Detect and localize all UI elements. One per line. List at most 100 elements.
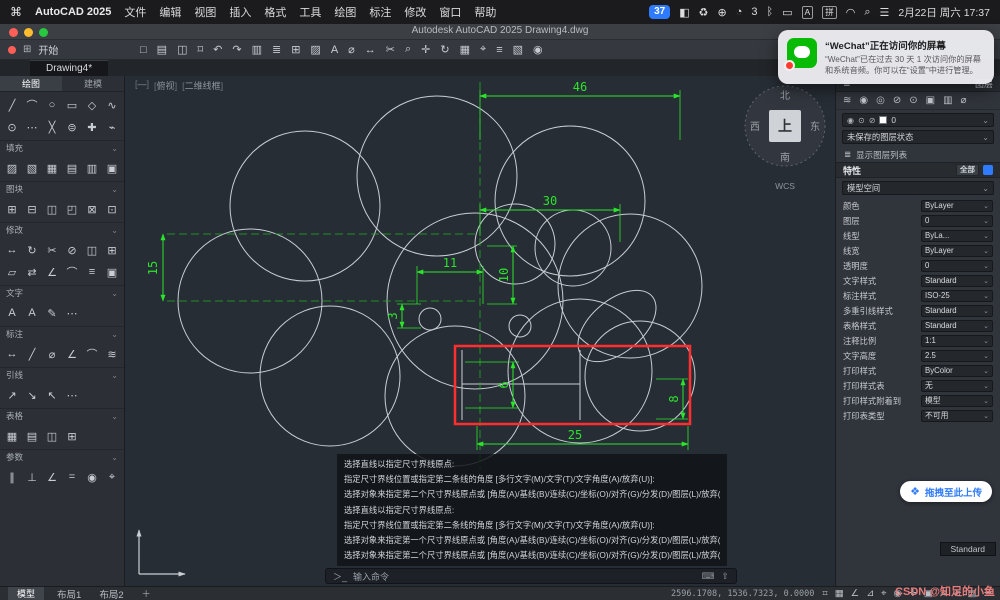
snap-mode-icon[interactable]: ▦ (835, 588, 844, 599)
copy-icon[interactable]: ◫ (82, 239, 102, 261)
tab-model[interactable]: 模型 (8, 586, 45, 600)
palette-section-header[interactable]: 填充 ⌄ (0, 140, 124, 155)
layer-state-select[interactable]: 未保存的图层状态 ⌄ (842, 130, 994, 144)
chevron-down-icon[interactable]: ⌄ (983, 217, 989, 225)
viewport-control[interactable]: 二维线框 (182, 79, 223, 92)
palette-tab-model[interactable]: 建模 (62, 76, 124, 91)
menu-item[interactable]: 窗口 (439, 4, 461, 20)
property-value-dropdown[interactable]: 2.5 ⌄ (921, 349, 993, 362)
chevron-down-icon[interactable]: ⌄ (983, 322, 989, 330)
properties-icon[interactable]: ≡ (496, 44, 502, 56)
hatch-edit-icon[interactable]: ▣ (102, 157, 122, 179)
ray-icon[interactable]: ⌁ (102, 116, 122, 138)
osnap-icon[interactable]: ⌖ (480, 43, 486, 56)
keyboard-icon[interactable]: ⌨ (701, 571, 714, 582)
property-value-dropdown[interactable]: 不可用 ⌄ (921, 409, 993, 422)
control-center-icon[interactable]: ☰ (879, 6, 889, 19)
text-tool-icon[interactable]: A (331, 44, 338, 56)
block-icon[interactable]: ⊞ (291, 43, 300, 56)
menubar-clock[interactable]: 2月22日 周六 17:37 (898, 5, 990, 20)
chevron-down-icon[interactable]: ⌄ (983, 307, 989, 315)
input-source-abc[interactable]: A (801, 5, 814, 19)
tab-drawing4[interactable]: Drawing4* (30, 60, 109, 76)
chamfer-icon[interactable]: ∠ (42, 261, 62, 283)
input-source-pinyin[interactable]: 拼 (822, 5, 837, 19)
wifi-icon[interactable]: ◠ (846, 6, 856, 19)
viewcube[interactable]: 上 北 南 西 东 WCS (744, 85, 826, 191)
chevron-down-icon[interactable]: ⌄ (983, 397, 989, 405)
table-insert-icon[interactable]: ⊞ (62, 425, 82, 447)
layer-select[interactable]: ◉ ⊙ ⊘ 0 ⌄ (842, 113, 994, 127)
chevron-down-icon[interactable]: ⌄ (983, 337, 989, 345)
property-value-dropdown[interactable]: ByLayer ⌄ (921, 199, 993, 212)
hatch-pattern-icon[interactable]: ▨ (2, 157, 22, 179)
donut-icon[interactable]: ⊙ (2, 116, 22, 138)
table-icon[interactable]: ▦ (2, 425, 22, 447)
chevron-down-icon[interactable]: ⌄ (111, 144, 118, 153)
palette-section-header[interactable]: 修改 ⌄ (0, 222, 124, 237)
hatch-icon[interactable]: ▨ (310, 43, 320, 56)
properties-all-button[interactable]: 全部 (956, 164, 979, 176)
print-icon[interactable]: ⌑ (197, 43, 203, 56)
command-input-placeholder[interactable]: 输入命令 (353, 570, 389, 583)
chevron-down-icon[interactable]: ⌄ (983, 352, 989, 360)
chevron-down-icon[interactable]: ⌄ (111, 289, 118, 298)
menu-item[interactable]: 工具 (299, 4, 321, 20)
layer-match-icon[interactable]: ▥ (943, 95, 952, 106)
layers-icon[interactable]: ≣ (272, 43, 281, 56)
layer-unlock-icon[interactable]: ⊘ (869, 116, 876, 125)
property-value-dropdown[interactable]: ISO-25 ⌄ (921, 289, 993, 302)
fix-constraint-icon[interactable]: ⌖ (102, 466, 122, 488)
chevron-down-icon[interactable]: ⌄ (111, 226, 118, 235)
viewport-control[interactable]: 俯视 (154, 79, 177, 92)
menu-item[interactable]: 视图 (194, 4, 216, 20)
ortho-mode-icon[interactable]: ∠ (851, 588, 860, 599)
menu-item[interactable]: 编辑 (159, 4, 181, 20)
measure-icon[interactable]: ⌀ (348, 43, 355, 56)
save-icon[interactable]: ◫ (177, 43, 187, 56)
layer-lock-icon[interactable]: ⊘ (893, 95, 901, 106)
redo-icon[interactable]: ↷ (232, 43, 241, 56)
recycle-icon[interactable]: ♻ (699, 6, 709, 19)
polygon-icon[interactable]: ◇ (82, 94, 102, 116)
osnap-icon[interactable]: ⌖ (881, 588, 886, 599)
ellipse-icon[interactable]: ⊜ (62, 116, 82, 138)
orbit-icon[interactable]: ↻ (440, 43, 449, 56)
chevron-down-icon[interactable]: ⌄ (983, 232, 989, 240)
aligned-dim-icon[interactable]: ╱ (22, 343, 42, 365)
single-text-icon[interactable]: A (22, 302, 42, 324)
property-value-dropdown[interactable]: 模型 ⌄ (921, 394, 993, 407)
property-value-dropdown[interactable]: ByLayer ⌄ (921, 244, 993, 257)
stretch-icon[interactable]: ≡ (82, 261, 102, 283)
hatch-user-icon[interactable]: ▤ (62, 157, 82, 179)
line-icon[interactable]: ╱ (2, 94, 22, 116)
leader-align-icon[interactable]: ↘ (22, 384, 42, 406)
grid-icon[interactable]: ▦ (460, 43, 470, 56)
open-file-icon[interactable]: ▤ (157, 43, 167, 56)
wechat-notification[interactable]: “WeChat”正在访问你的屏幕 “WeChat”已在过去 30 天 1 次访问… (778, 30, 994, 84)
layer-visibility-icon[interactable]: ◉ (847, 116, 854, 125)
circle-icon[interactable]: ○ (42, 94, 62, 116)
menu-item[interactable]: 绘图 (334, 4, 356, 20)
leader-more-icon[interactable]: ⋯ (62, 384, 82, 406)
display-mirroring-icon[interactable]: ◧ (679, 6, 689, 19)
chevron-down-icon[interactable]: ⌄ (111, 371, 118, 380)
palette-section-header[interactable]: 图块 ⌄ (0, 181, 124, 196)
layer-new-icon[interactable]: ≋ (843, 95, 851, 106)
property-value-dropdown[interactable]: 1:1 ⌄ (921, 334, 993, 347)
sync-icon[interactable]: ⊕ (718, 6, 727, 19)
palette-section-header[interactable]: 文字 ⌄ (0, 285, 124, 300)
property-value-dropdown[interactable]: ByLa... ⌄ (921, 229, 993, 242)
fillet-icon[interactable]: ⌒ (62, 261, 82, 283)
viewport-control[interactable]: — (135, 79, 149, 92)
move-icon[interactable]: ↔ (2, 239, 22, 261)
chevron-down-icon[interactable]: ⌄ (983, 247, 989, 255)
bluetooth-icon[interactable]: ᛒ (767, 6, 774, 18)
layer-off-icon[interactable]: ◎ (876, 95, 885, 106)
spline-icon[interactable]: ∿ (102, 94, 122, 116)
menu-item[interactable]: 文件 (124, 4, 146, 20)
property-value-dropdown[interactable]: 0 ⌄ (921, 259, 993, 272)
tab-start[interactable]: 开始 (38, 42, 58, 57)
parallel-constraint-icon[interactable]: ∥ (2, 466, 22, 488)
chevron-down-icon[interactable]: ⌄ (983, 382, 989, 390)
